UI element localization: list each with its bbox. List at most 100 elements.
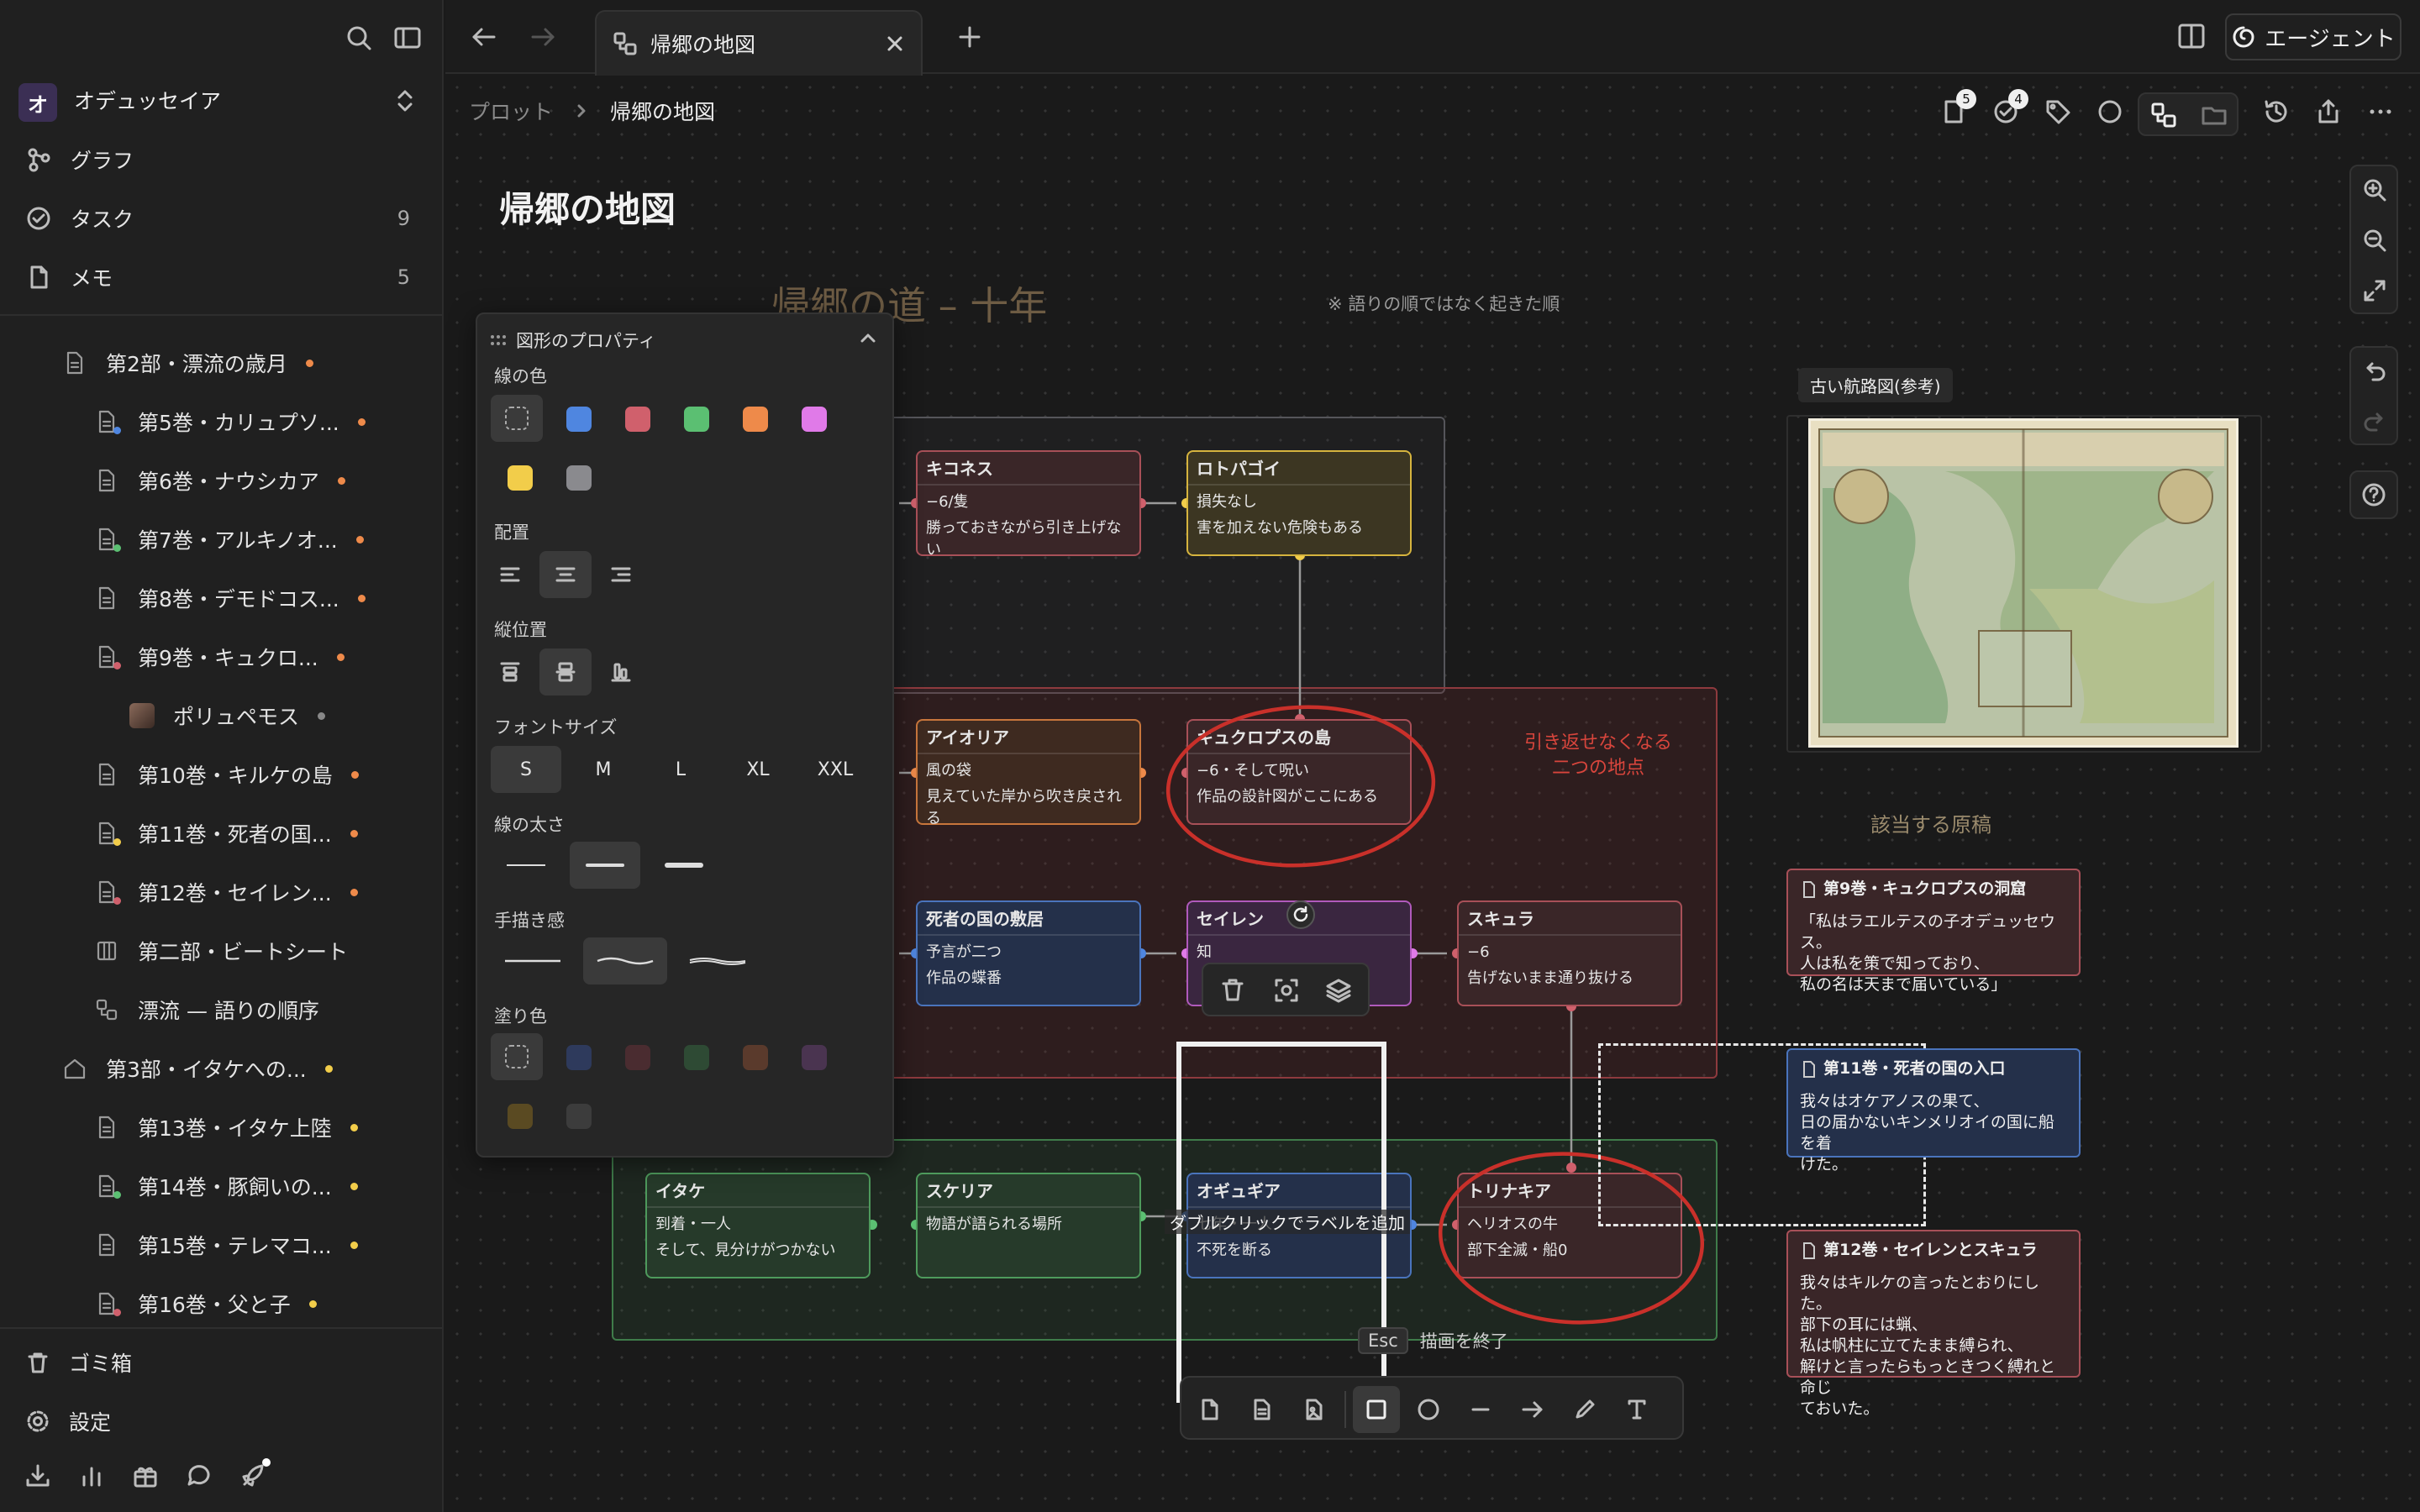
sidebar-tree-item[interactable]: 第13巻・イタケ上陸 — [94, 1102, 358, 1152]
nav-settings[interactable]: 設定 — [25, 1396, 420, 1446]
line-color-orange[interactable] — [743, 407, 768, 432]
sidebar-tree-item[interactable]: 第6巻・ナウシカア — [94, 455, 345, 506]
manuscript-note-1[interactable]: 第9巻・キュクロプスの洞窟 「私はラエルテスの子オデュッセウス。 人は私を策で知… — [1786, 869, 2081, 994]
sidebar-tree-item[interactable]: 第8巻・デモドコス... — [94, 573, 366, 623]
line-color-yellow[interactable] — [508, 465, 533, 491]
forward-arrow-icon[interactable] — [526, 20, 560, 54]
close-icon[interactable] — [884, 33, 906, 55]
manuscripts-label[interactable]: 該当する原稿 — [1870, 808, 1991, 837]
edge-label-hint[interactable]: ダブルクリックでラベルを追加 — [1165, 1210, 1410, 1234]
valign-middle-button[interactable] — [539, 648, 592, 696]
help-button[interactable] — [2349, 470, 2398, 519]
capture-icon[interactable] — [1272, 976, 1301, 1005]
undo-icon[interactable] — [2361, 358, 2388, 385]
search-icon[interactable] — [345, 24, 373, 52]
font-size-xxl[interactable]: XXL — [800, 746, 871, 793]
zoom-in-icon[interactable] — [2361, 176, 2388, 203]
tab-canvas[interactable]: 帰郷の地図 — [595, 10, 923, 76]
nav-trash[interactable]: ゴミ箱 — [25, 1337, 420, 1388]
line-color-pink[interactable] — [802, 407, 827, 432]
font-size-s[interactable]: S — [491, 746, 561, 793]
tool-page[interactable] — [1186, 1386, 1234, 1433]
fill-color-gray[interactable] — [566, 1104, 592, 1129]
workspace-avatar[interactable]: オ — [18, 83, 57, 122]
chevron-updown-icon[interactable] — [395, 87, 415, 114]
redo-icon[interactable] — [2361, 408, 2388, 435]
chat-icon[interactable] — [185, 1462, 213, 1490]
fill-color-pink[interactable] — [802, 1045, 827, 1070]
gift-icon[interactable] — [131, 1462, 160, 1490]
sidebar-tree-item[interactable]: 第10巻・キルケの島 — [94, 749, 359, 800]
fill-color-blue[interactable] — [566, 1045, 592, 1070]
sidebar-tree-item[interactable]: 第7巻・アルキノオ... — [94, 514, 364, 564]
fill-color-none[interactable] — [491, 1033, 543, 1080]
tool-arrow[interactable] — [1509, 1386, 1556, 1433]
sketch-none[interactable] — [491, 937, 575, 984]
font-size-l[interactable]: L — [645, 746, 716, 793]
stats-icon[interactable] — [77, 1462, 106, 1490]
sidebar-tree-item[interactable]: 第9巻・キュクロ... — [94, 632, 345, 682]
tool-line[interactable] — [1457, 1386, 1504, 1433]
line-color-none[interactable] — [491, 395, 543, 442]
fill-color-red[interactable] — [625, 1045, 650, 1070]
split-view-icon[interactable] — [2176, 22, 2207, 50]
nav-tasks[interactable]: タスク 9 — [25, 193, 420, 244]
tool-text[interactable] — [1613, 1386, 1660, 1433]
sidebar-tree-item[interactable]: 第2部・漂流の歳月 — [62, 338, 313, 388]
fill-color-green[interactable] — [684, 1045, 709, 1070]
zoom-out-icon[interactable] — [2361, 227, 2388, 254]
delete-icon[interactable] — [1218, 976, 1247, 1005]
download-icon[interactable] — [24, 1462, 52, 1490]
image-label[interactable]: 古い航路図(参考) — [1798, 368, 1953, 402]
valign-top-button[interactable] — [484, 648, 536, 696]
sidebar-tree-item[interactable]: 第3部・イタケへの... — [62, 1043, 333, 1094]
font-size-xl[interactable]: XL — [723, 746, 793, 793]
agent-button[interactable]: エージェント — [2225, 13, 2402, 60]
sidebar-tree-item[interactable]: 第12巻・セイレン... — [94, 867, 358, 917]
line-color-gray[interactable] — [566, 465, 592, 491]
nav-graph[interactable]: グラフ — [25, 134, 420, 185]
sidebar-tree-item[interactable]: 第15巻・テレマコ... — [94, 1220, 358, 1270]
manuscript-note-2[interactable]: 第11巻・死者の国の入口 我々はオケアノスの果て、 日の届かないキンメリオイの国… — [1786, 1048, 2081, 1173]
tool-document[interactable] — [1239, 1386, 1286, 1433]
tool-image[interactable] — [1291, 1386, 1338, 1433]
align-right-button[interactable] — [595, 551, 647, 598]
line-width-medium[interactable] — [570, 842, 640, 889]
fill-color-yellow[interactable] — [508, 1104, 533, 1129]
new-tab-plus-icon[interactable] — [953, 20, 986, 54]
font-size-m[interactable]: M — [568, 746, 639, 793]
nav-memos[interactable]: メモ 5 — [25, 252, 420, 302]
tool-pen[interactable] — [1561, 1386, 1608, 1433]
drag-handle-icon[interactable] — [489, 333, 508, 348]
chevron-up-icon[interactable] — [857, 328, 879, 349]
line-color-red[interactable] — [625, 407, 650, 432]
sidebar-tree-item[interactable]: 第5巻・カリュプソ... — [94, 396, 366, 447]
sidebar-tree-item[interactable]: 第二部・ビートシート — [94, 926, 348, 976]
sketch-low[interactable] — [583, 937, 667, 984]
workspace-name[interactable]: オデュッセイア — [74, 85, 221, 115]
drawn-ellipse-cyclops[interactable] — [1164, 701, 1437, 872]
sidebar-tree-item[interactable]: ポリュペモス — [129, 690, 326, 741]
sidebar-tree-item[interactable]: 第14巻・豚飼いの... — [94, 1161, 358, 1211]
old-map-image[interactable] — [1808, 418, 2238, 748]
fit-screen-icon[interactable] — [2361, 277, 2388, 304]
rotate-handle[interactable] — [1286, 900, 1315, 929]
line-width-thick[interactable] — [649, 842, 719, 889]
sketch-high[interactable] — [676, 937, 760, 984]
line-width-thin[interactable] — [491, 842, 561, 889]
fill-color-orange[interactable] — [743, 1045, 768, 1070]
align-left-button[interactable] — [484, 551, 536, 598]
align-center-button[interactable] — [539, 551, 592, 598]
sidebar-tree-item[interactable]: 第11巻・死者の国... — [94, 808, 358, 858]
sidebar-tree-item[interactable]: 漂流 — 語りの順序 — [94, 984, 319, 1035]
tool-ellipse[interactable] — [1405, 1386, 1452, 1433]
tool-rectangle[interactable] — [1353, 1386, 1400, 1433]
sidebar-tree-item[interactable]: 第16巻・父と子 — [94, 1278, 317, 1329]
rocket-icon[interactable] — [239, 1462, 267, 1490]
annotation-text[interactable]: 引き返せなくなる 二つの地点 — [1472, 731, 1724, 781]
line-color-green[interactable] — [684, 407, 709, 432]
valign-bottom-button[interactable] — [595, 648, 647, 696]
sidebar-toggle-icon[interactable] — [393, 25, 422, 50]
manuscript-note-3[interactable]: 第12巻・セイレンとスキュラ 我々はキルケの言ったとおりにした。 部下の耳には蝋… — [1786, 1230, 2081, 1418]
line-color-blue[interactable] — [566, 407, 592, 432]
